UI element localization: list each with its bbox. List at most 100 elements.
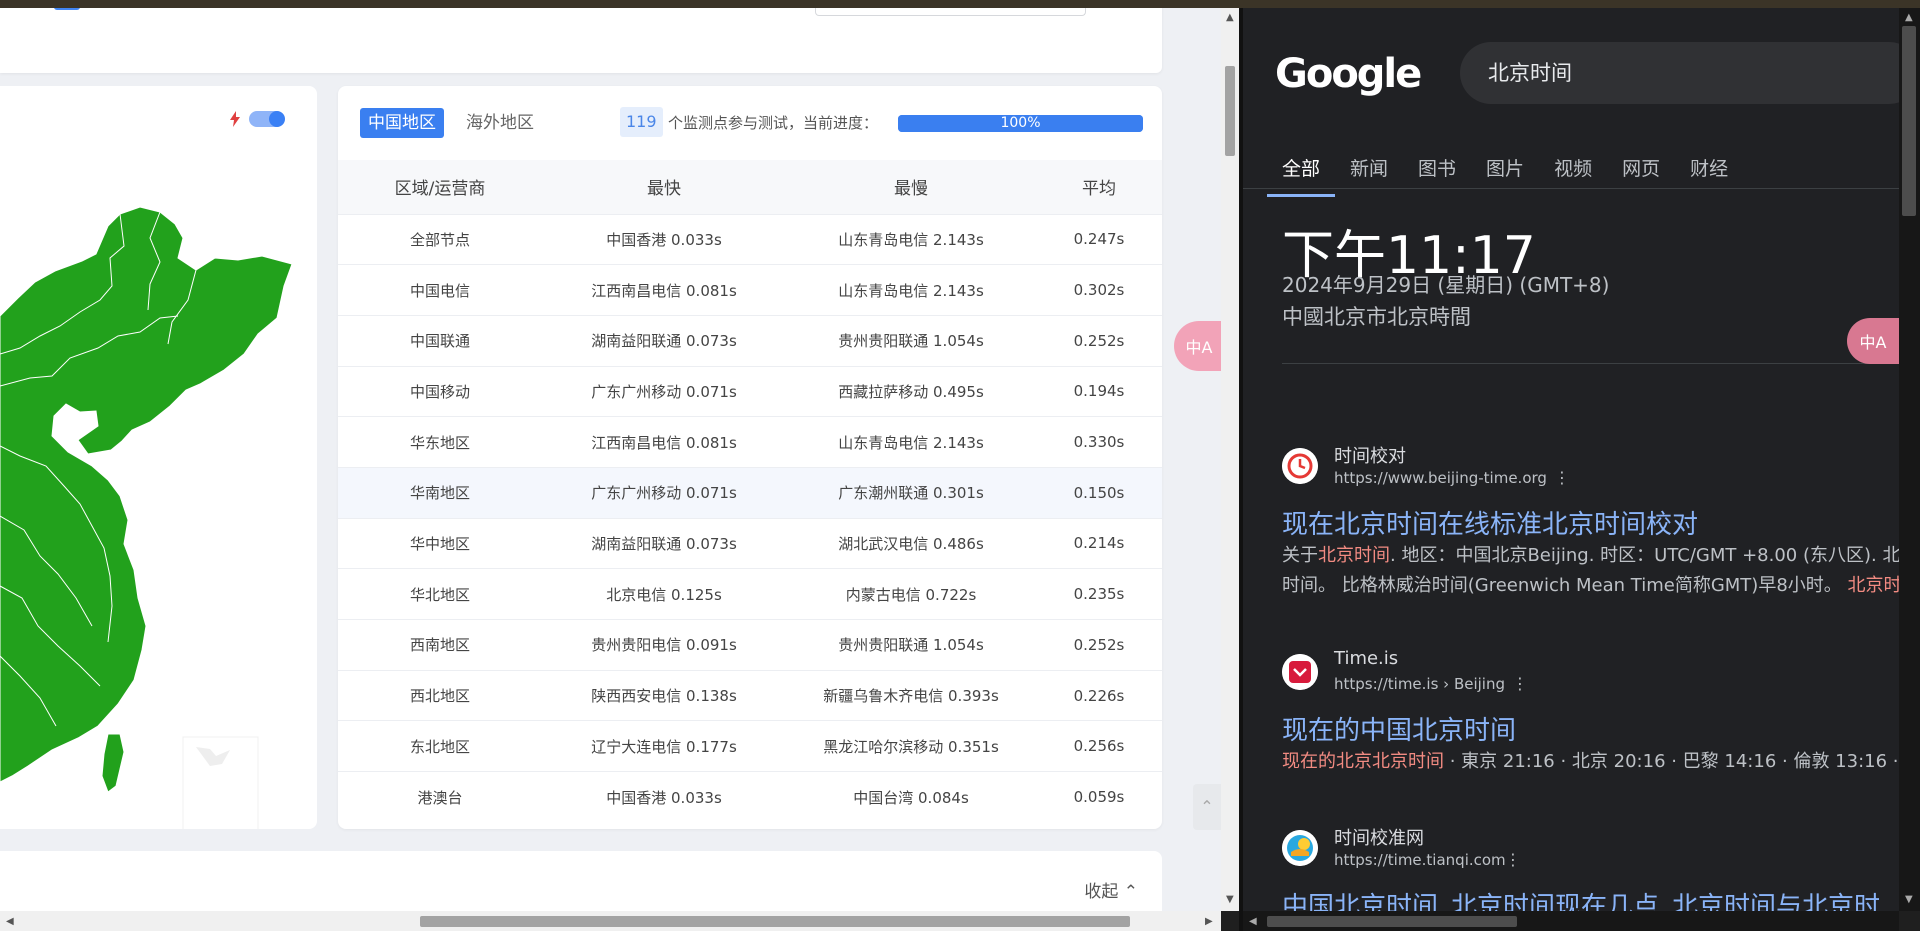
- right-vscroll-thumb[interactable]: [1902, 26, 1916, 216]
- clock-favicon-icon: [1282, 448, 1318, 484]
- header-fastest: 最快: [647, 179, 681, 200]
- left-horizontal-scrollbar[interactable]: ◀ ▶: [0, 911, 1221, 931]
- scroll-up-arrow-icon[interactable]: ▲: [1905, 12, 1913, 23]
- result-2-site: Time.is: [1334, 648, 1399, 669]
- cell-average: 0.194s: [1073, 382, 1125, 401]
- scroll-down-arrow-icon[interactable]: ▼: [1905, 894, 1913, 905]
- map-card: [0, 86, 317, 829]
- toggle-knob: [269, 111, 285, 127]
- tab-china[interactable]: 中国地区: [360, 108, 444, 138]
- result-2-url[interactable]: https://time.is › Beijing: [1334, 675, 1505, 693]
- cell-slowest: 贵州贵阳联通 1.054s: [838, 636, 984, 655]
- translate-fab-left[interactable]: 中A: [1174, 321, 1221, 371]
- tab-news[interactable]: 新闻: [1335, 146, 1403, 197]
- window-top-bar: [0, 0, 1920, 8]
- right-hscroll-thumb[interactable]: [1267, 916, 1517, 927]
- cell-fastest: 贵州贵阳电信 0.091s: [591, 636, 737, 655]
- tab-web[interactable]: 网页: [1607, 146, 1675, 197]
- cell-slowest: 西藏拉萨移动 0.495s: [838, 382, 984, 401]
- result-2-title[interactable]: 现在的中国北京时间: [1282, 710, 1516, 747]
- cell-fastest: 湖南益阳联通 0.073s: [591, 534, 737, 553]
- search-tabs: 全部 新闻 图书 图片 视频 网页 财经: [1267, 146, 1743, 197]
- more-options-icon[interactable]: ⋮: [1554, 468, 1570, 487]
- snippet-highlight: 北京时间: [1318, 545, 1390, 566]
- translate-fab-right[interactable]: 中A: [1847, 318, 1899, 364]
- cell-slowest: 山东青岛电信 2.143s: [838, 433, 984, 452]
- result-1-url[interactable]: https://www.beijing-time.org: [1334, 469, 1547, 487]
- collapse-button[interactable]: 收起 ⌃: [1084, 877, 1138, 902]
- left-hscroll-thumb[interactable]: [420, 916, 1130, 927]
- cell-fastest: 陕西西安电信 0.138s: [591, 687, 737, 706]
- table-row: 中国联通 湖南益阳联通 0.073s 贵州贵阳联通 1.054s 0.252s: [338, 315, 1162, 366]
- right-vertical-scrollbar[interactable]: ▲ ▼: [1899, 8, 1920, 911]
- lightning-icon: [230, 111, 240, 127]
- cell-region: 华东地区: [409, 433, 470, 452]
- right-horizontal-scrollbar[interactable]: ◀: [1243, 911, 1899, 931]
- scroll-left-arrow-icon[interactable]: ◀: [6, 916, 14, 927]
- cell-slowest: 中国台湾 0.084s: [853, 788, 969, 807]
- table-row: 中国电信 江西南昌电信 0.081s 山东青岛电信 2.143s 0.302s: [338, 264, 1162, 316]
- cell-region: 华中地区: [409, 534, 470, 553]
- snippet-text: 关于: [1282, 545, 1318, 566]
- tab-overseas[interactable]: 海外地区: [466, 108, 534, 138]
- result-1-title[interactable]: 现在北京时间在线标准北京时间校对: [1282, 504, 1698, 541]
- table-row: 全部节点 中国香港 0.033s 山东青岛电信 2.143s 0.247s: [338, 214, 1162, 265]
- back-to-top-button[interactable]: ⌃: [1193, 784, 1221, 830]
- more-options-icon[interactable]: ⋮: [1505, 850, 1521, 869]
- tab-images[interactable]: 图片: [1471, 146, 1539, 197]
- table-row: 港澳台 中国香港 0.033s 中国台湾 0.084s 0.059s: [338, 771, 1162, 823]
- chevron-up-icon: ⌃: [1123, 882, 1138, 902]
- result-3-url[interactable]: https://time.tianqi.com: [1334, 851, 1506, 869]
- cell-average: 0.150s: [1073, 483, 1125, 502]
- region-tabbar: 中国地区 海外地区 119 个监测点参与测试，当前进度： 100%: [338, 86, 1162, 160]
- tab-videos[interactable]: 视频: [1539, 146, 1607, 197]
- left-vscroll-thumb[interactable]: [1225, 66, 1235, 156]
- cell-region: 全部节点: [409, 230, 470, 249]
- tab-all[interactable]: 全部: [1267, 146, 1336, 197]
- snippet-highlight: 北京时: [1847, 575, 1900, 596]
- cell-region: 中国联通: [409, 332, 470, 351]
- select-box[interactable]: [815, 8, 1086, 16]
- cell-region: 港澳台: [417, 788, 463, 807]
- map-toggle-switch[interactable]: [249, 111, 285, 127]
- google-logo[interactable]: Google: [1275, 51, 1422, 97]
- cell-average: 0.252s: [1073, 331, 1125, 350]
- table-row: 华东地区 江西南昌电信 0.081s 山东青岛电信 2.143s 0.330s: [338, 416, 1162, 468]
- time-date: 2024年9月29日 (星期日) (GMT+8): [1282, 273, 1610, 297]
- speed-toggle-group: [229, 111, 285, 127]
- scroll-left-arrow-icon[interactable]: ◀: [1249, 916, 1257, 927]
- search-input[interactable]: 北京时间: [1460, 42, 1899, 104]
- china-map[interactable]: [0, 86, 317, 829]
- cell-fastest: 广东广州移动 0.071s: [591, 484, 737, 503]
- result-1-snippet-line2: 时间。 比格林威治时间(Greenwich Mean Time简称GMT)早8小…: [1282, 570, 1899, 601]
- result-1-snippet-line1: 关于北京时间. 地区：中国北京Beijing. 时区：UTC/GMT +8.00…: [1282, 540, 1899, 571]
- result-2-snippet: 现在的北京北京时间 · 東京 21:16 · 北京 20:16 · 巴黎 14:…: [1282, 746, 1898, 777]
- cell-slowest: 山东青岛电信 2.143s: [838, 281, 984, 300]
- cell-average: 0.059s: [1073, 788, 1125, 807]
- cell-fastest: 中国香港 0.033s: [606, 788, 722, 807]
- blue-chip[interactable]: [54, 8, 80, 10]
- tab-finance[interactable]: 财经: [1675, 146, 1743, 197]
- cell-average: 0.252s: [1073, 635, 1125, 654]
- cell-fastest: 江西南昌电信 0.081s: [591, 281, 737, 300]
- cell-fastest: 辽宁大连电信 0.177s: [591, 737, 737, 756]
- more-options-icon[interactable]: ⋮: [1512, 674, 1528, 693]
- cell-slowest: 新疆乌鲁木齐电信 0.393s: [823, 687, 999, 706]
- scroll-up-arrow-icon[interactable]: ▲: [1226, 12, 1234, 23]
- scroll-right-arrow-icon[interactable]: ▶: [1205, 916, 1213, 927]
- tab-books[interactable]: 图书: [1403, 146, 1471, 197]
- tabs-divider: [1243, 188, 1899, 189]
- cell-average: 0.256s: [1073, 737, 1125, 756]
- table-header-row: 区域/运营商 最快 最慢 平均: [338, 160, 1162, 214]
- result-3-title[interactable]: 中国北京时间_北京时间现在几点_北京时间与北京时: [1282, 886, 1880, 911]
- google-results-pane: Google 北京时间 全部 新闻 图书 图片 视频 网页 财经 下午11:17…: [1243, 8, 1899, 911]
- cell-region: 华北地区: [409, 585, 470, 604]
- snippet-text: 时间。 比格林威治时间(Greenwich Mean Time简称GMT)早8小…: [1282, 575, 1848, 596]
- result-3-site: 时间校准网: [1334, 828, 1424, 849]
- left-vertical-scrollbar[interactable]: ▲ ▼: [1221, 8, 1239, 911]
- cell-region: 西南地区: [409, 636, 470, 655]
- scroll-down-arrow-icon[interactable]: ▼: [1226, 894, 1234, 905]
- snippet-text: · 東京 21:16 · 北京 20:16 · 巴黎 14:16 · 倫敦 13…: [1444, 751, 1899, 772]
- header-region: 区域/运营商: [394, 179, 486, 200]
- cell-region: 中国电信: [409, 281, 470, 300]
